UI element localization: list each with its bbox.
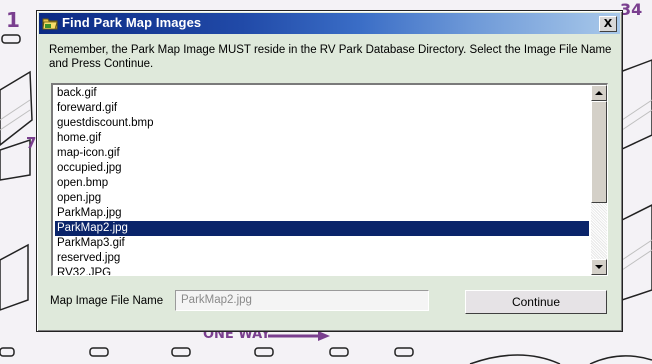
list-item[interactable]: back.gif [55,86,589,101]
list-item[interactable]: foreward.gif [55,101,589,116]
list-item[interactable]: guestdiscount.bmp [55,116,589,131]
arrow-up-icon [595,91,603,95]
map-file-name-label: Map Image File Name [50,295,164,307]
folder-icon [42,18,58,30]
lot-shape [619,59,652,152]
file-list: back.gif foreward.gif guestdiscount.bmp hom… [55,86,589,275]
list-item[interactable]: RV32.JPG [55,266,589,275]
find-park-map-dialog: Find Park Map Images X Remember, the Par… [36,10,623,332]
list-item[interactable]: ParkMap.jpg [55,206,589,221]
list-item[interactable]: ParkMap3.gif [55,236,589,251]
map-file-name-field[interactable]: ParkMap2.jpg [175,290,429,311]
lot-shape [0,243,29,311]
arrow-down-icon [595,265,603,269]
listbox-scrollbar[interactable] [591,85,607,275]
list-item[interactable]: open.jpg [55,191,589,206]
site-number-1: 1 [6,8,20,32]
list-item[interactable]: map-icon.gif [55,146,589,161]
dialog-titlebar[interactable]: Find Park Map Images X [39,13,620,34]
file-listbox[interactable]: back.gif foreward.gif guestdiscount.bmp hom… [51,83,608,276]
list-item[interactable]: open.bmp [55,176,589,191]
scroll-up-button[interactable] [591,85,607,101]
instructions-text: Remember, the Park Map Image MUST reside… [49,44,612,70]
site-number-34: 34 [620,0,643,19]
scroll-thumb[interactable] [591,101,607,203]
dialog-title: Find Park Map Images [62,15,202,30]
list-item[interactable]: reserved.jpg [55,251,589,266]
list-item[interactable]: home.gif [55,131,589,146]
close-button[interactable]: X [599,16,617,32]
scroll-down-button[interactable] [591,259,607,275]
list-item[interactable]: ParkMap2.jpg [55,221,589,236]
continue-button[interactable]: Continue [465,290,607,314]
site-number-7: 7 [26,134,37,152]
list-item[interactable]: occupied.jpg [55,161,589,176]
